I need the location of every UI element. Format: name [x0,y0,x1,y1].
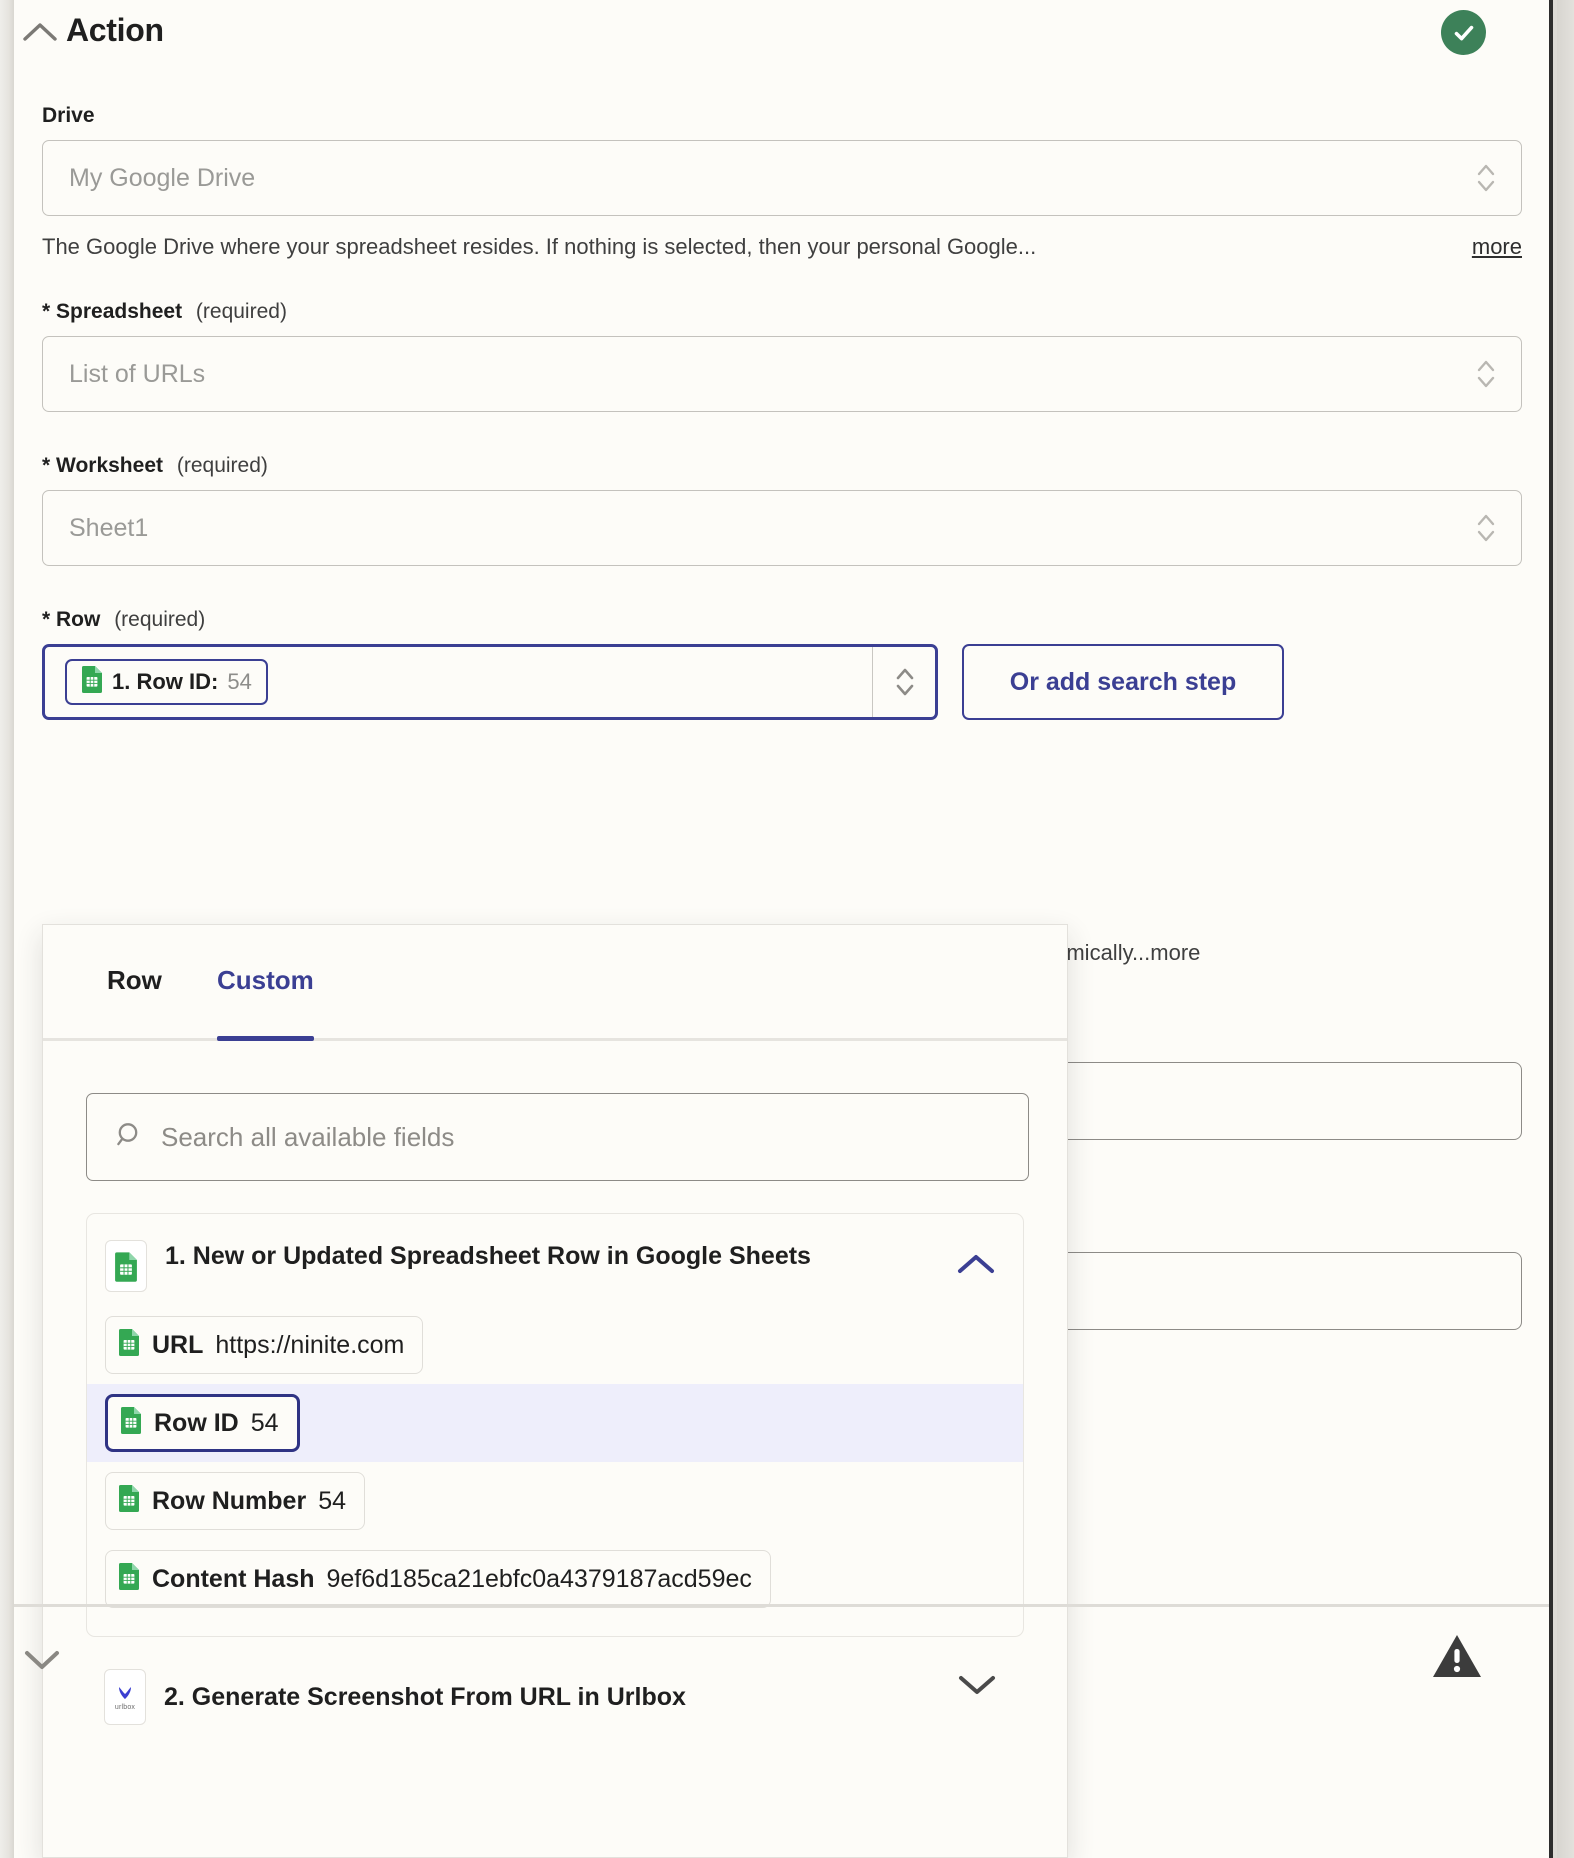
google-sheets-icon [118,1484,140,1519]
dropdown-search-wrap: Search all available fields [43,1041,1067,1181]
field-picker-dropdown: Row Custom Search all available fields [42,924,1068,1858]
option-chip: Content Hash 9ef6d185ca21ebfc0a4379187ac… [105,1550,771,1608]
spreadsheet-select[interactable]: List of URLs [42,336,1522,412]
google-sheets-icon [118,1328,140,1363]
google-sheets-icon [120,1406,142,1441]
page-title: Action [66,12,164,49]
check-circle-icon[interactable] [1441,10,1486,55]
drive-help-text: The Google Drive where your spreadsheet … [42,234,1036,260]
dropdown-group-2: urlbox 2. Generate Screenshot From URL i… [86,1663,1024,1731]
left-window-edge [0,0,14,1858]
field-label-text: * Spreadsheet [42,300,182,323]
dropdown-group-1-title: 1. New or Updated Spreadsheet Row in Goo… [165,1240,811,1272]
google-sheets-icon [118,1562,140,1597]
drive-more-link[interactable]: more [1446,234,1522,260]
row-token[interactable]: 1. Row ID: 54 [65,659,268,705]
drive-select-value: My Google Drive [69,164,255,193]
option-value: 54 [251,1409,279,1438]
search-icon [113,1120,143,1155]
required-note: (required) [177,454,268,477]
option-value: 54 [318,1487,346,1516]
add-search-step-button[interactable]: Or add search step [962,644,1284,720]
chevron-down-icon[interactable] [18,1636,66,1684]
field-row: * Row (required) [42,608,1522,720]
field-label-text: Drive [42,104,95,127]
required-note: (required) [196,300,287,323]
list-item[interactable]: URL https://ninite.com [87,1306,1023,1384]
field-drive: Drive My Google Drive The Google Drive w… [42,104,1522,260]
dropdown-group-2-header[interactable]: urlbox 2. Generate Screenshot From URL i… [86,1663,1024,1731]
dropdown-group-1: 1. New or Updated Spreadsheet Row in Goo… [86,1213,1024,1637]
warning-triangle-icon[interactable] [1429,1628,1485,1684]
spreadsheet-select-value: List of URLs [69,360,205,389]
option-chip: Row Number 54 [105,1472,365,1530]
row-token-value: 54 [227,669,251,695]
option-key: Row ID [154,1409,239,1438]
option-value: 9ef6d185ca21ebfc0a4379187acd59ec [327,1565,752,1594]
list-item[interactable]: Row Number 54 [87,1462,1023,1540]
panel-header: Action [14,0,1553,78]
option-key: Content Hash [152,1565,315,1594]
field-label-text: * Row [42,608,100,631]
chevron-up-icon[interactable] [957,1252,995,1281]
chevron-updown-icon [1475,161,1497,195]
chevron-updown-icon [1475,357,1497,391]
field-label: * Row (required) [42,608,1522,632]
input-divider [872,647,873,717]
worksheet-select[interactable]: Sheet1 [42,490,1522,566]
row-more-link[interactable]: more [1150,940,1200,966]
option-chip: URL https://ninite.com [105,1316,423,1374]
action-panel: Action Drive My Google Drive [14,0,1553,1858]
dropdown-group-1-header[interactable]: 1. New or Updated Spreadsheet Row in Goo… [87,1228,1023,1306]
right-window-edge [1557,0,1574,1858]
search-input[interactable]: Search all available fields [86,1093,1029,1181]
tab-custom[interactable]: Custom [217,924,314,1038]
action-form: Drive My Google Drive The Google Drive w… [42,104,1522,720]
chevron-updown-icon[interactable] [893,664,917,700]
chevron-updown-icon [1475,511,1497,545]
urlbox-icon: urlbox [104,1669,146,1725]
google-sheets-icon [105,1240,147,1292]
drive-select[interactable]: My Google Drive [42,140,1522,216]
field-spreadsheet: * Spreadsheet (required) List of URLs [42,300,1522,412]
option-chip: Row ID 54 [105,1394,300,1452]
row-value-input[interactable]: 1. Row ID: 54 [42,644,938,720]
urlbox-wordmark: urlbox [115,1704,135,1711]
tab-row[interactable]: Row [107,924,162,1038]
worksheet-select-value: Sheet1 [69,514,148,543]
app-window: Action Drive My Google Drive [0,0,1574,1858]
field-worksheet: * Worksheet (required) Sheet1 [42,454,1522,566]
field-label: * Worksheet (required) [42,454,1522,478]
search-input-placeholder: Search all available fields [161,1122,454,1153]
required-note: (required) [114,608,205,631]
field-label: Drive [42,104,1522,128]
option-key: URL [152,1331,203,1360]
option-key: Row Number [152,1487,306,1516]
dropdown-tabs: Row Custom [43,925,1067,1041]
chevron-up-icon[interactable] [18,10,62,54]
dropdown-group-2-title: 2. Generate Screenshot From URL in Urlbo… [164,1681,686,1713]
row-token-label: 1. Row ID: [112,669,218,695]
bottom-divider [14,1604,1549,1607]
field-label: * Spreadsheet (required) [42,300,1522,324]
option-value: https://ninite.com [215,1331,404,1360]
chevron-down-icon[interactable] [958,1673,996,1702]
field-label-text: * Worksheet [42,454,163,477]
row-field-controls: 1. Row ID: 54 Or add search step [42,644,1522,720]
google-sheets-icon [81,665,103,699]
list-item-selected[interactable]: Row ID 54 [87,1384,1023,1462]
drive-help-row: The Google Drive where your spreadsheet … [42,234,1522,260]
